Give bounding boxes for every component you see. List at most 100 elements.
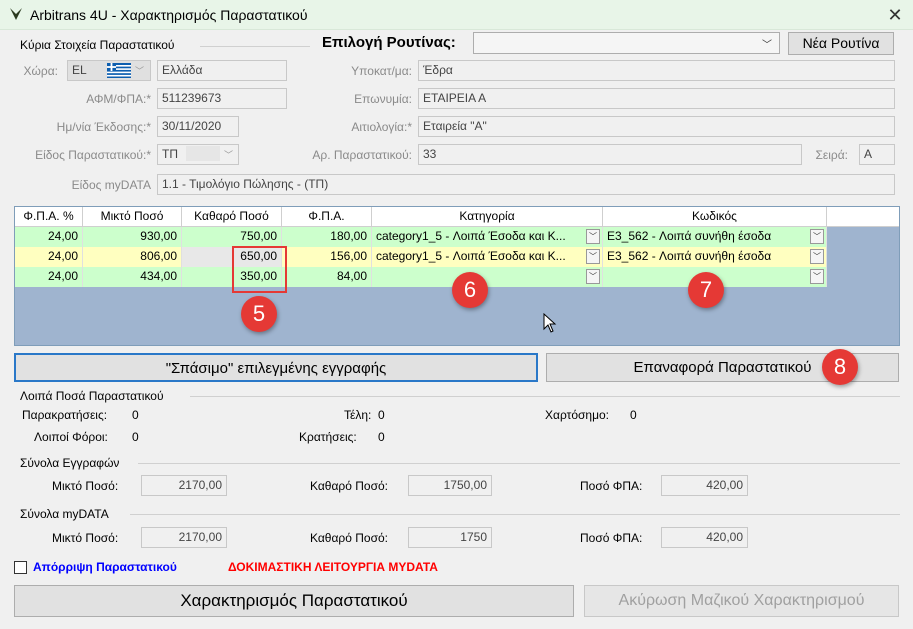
- close-button[interactable]: ✕: [884, 4, 906, 26]
- annotation-marker-7: 7: [688, 272, 724, 308]
- cell-vat: 180,00: [282, 227, 372, 247]
- withholdings-label: Παρακρατήσεις:: [22, 408, 108, 422]
- app-logo-icon: [10, 8, 22, 20]
- cell-vat-pct: 24,00: [15, 267, 83, 287]
- doc-type-value: ΤΠ: [162, 147, 178, 161]
- vat-field[interactable]: 511239673: [157, 88, 287, 109]
- cell-category[interactable]: category1_5 - Λοιπά Έσοδα και Κ... ﹀: [372, 247, 603, 267]
- issue-date-field[interactable]: 30/11/2020: [157, 116, 239, 137]
- mydata-vat-label: Ποσό ΦΠΑ:: [580, 531, 643, 545]
- cell-category[interactable]: category1_5 - Λοιπά Έσοδα και Κ... ﹀: [372, 227, 603, 247]
- chevron-down-icon[interactable]: ﹀: [810, 249, 824, 264]
- records-gross-label: Μικτό Ποσό:: [52, 479, 119, 493]
- chevron-down-icon[interactable]: ﹀: [810, 229, 824, 244]
- deductions-label: Κρατήσεις:: [299, 430, 357, 444]
- chevron-down-icon: ﹀: [762, 40, 772, 51]
- chevron-down-icon[interactable]: ﹀: [810, 269, 824, 284]
- table-row[interactable]: 24,00 806,00 650,00 156,00 category1_5 -…: [15, 247, 827, 267]
- mydata-net-label: Καθαρό Ποσό:: [310, 531, 388, 545]
- name-field[interactable]: ΕΤΑΙΡΕΙΑ Α: [418, 88, 895, 109]
- col-header-net[interactable]: Καθαρό Ποσό: [182, 207, 282, 227]
- test-mode-banner: ΔΟΚΙΜΑΣΤΙΚΗ ΛΕΙΤΟΥΡΓΙΑ MYDATA: [228, 560, 438, 574]
- mydata-net-field[interactable]: 1750: [408, 527, 492, 548]
- records-vat-label: Ποσό ΦΠΑ:: [580, 479, 643, 493]
- net-amounts-highlight: [232, 246, 287, 293]
- records-net-field[interactable]: 1750,00: [408, 475, 492, 496]
- withholdings-value: 0: [132, 408, 139, 422]
- series-label: Σειρά:: [815, 148, 848, 162]
- fees-value: 0: [378, 408, 385, 422]
- cell-category[interactable]: ﹀: [372, 267, 603, 287]
- window-title: Arbitrans 4U - Χαρακτηρισμός Παραστατικο…: [30, 7, 308, 23]
- split-record-button[interactable]: "Σπάσιμο" επιλεγμένης εγγραφής: [14, 353, 538, 382]
- records-vat-field[interactable]: 420,00: [661, 475, 748, 496]
- col-header-gross[interactable]: Μικτό Ποσό: [83, 207, 182, 227]
- mydata-type-label: Είδος myDATA: [71, 178, 151, 192]
- chevron-down-icon[interactable]: ﹀: [586, 229, 600, 244]
- col-header-vat[interactable]: Φ.Π.Α.: [282, 207, 372, 227]
- greece-flag-icon: [107, 63, 131, 78]
- cancel-bulk-characterization-button[interactable]: Ακύρωση Μαζικού Χαρακτηρισμού: [584, 585, 899, 617]
- cell-code[interactable]: E3_562 - Λοιπά συνήθη έσοδα ﹀: [603, 247, 827, 267]
- cell-code-text: E3_562 - Λοιπά συνήθη έσοδα: [607, 229, 772, 243]
- doc-type-label: Είδος Παραστατικού:*: [35, 148, 151, 162]
- totals-mydata-title: Σύνολα myDATA: [20, 507, 109, 521]
- group-divider: [200, 46, 310, 47]
- annotation-marker-6: 6: [452, 272, 488, 308]
- mydata-type-field[interactable]: 1.1 - Τιμολόγιο Πώλησης - (ΤΠ): [157, 174, 895, 195]
- group-divider: [138, 463, 900, 464]
- cell-code-text: E3_562 - Λοιπά συνήθη έσοδα: [607, 249, 772, 263]
- doc-number-field[interactable]: 33: [418, 144, 802, 165]
- country-name-field[interactable]: Ελλάδα: [157, 60, 287, 81]
- records-gross-field[interactable]: 2170,00: [141, 475, 227, 496]
- country-label: Χώρα:: [23, 64, 58, 78]
- deductions-value: 0: [378, 430, 385, 444]
- mouse-cursor-icon: [543, 313, 557, 333]
- cell-gross: 806,00: [83, 247, 182, 267]
- branch-field[interactable]: Έδρα: [418, 60, 895, 81]
- doc-type-swatch: [186, 146, 220, 161]
- other-taxes-value: 0: [132, 430, 139, 444]
- reason-field[interactable]: Εταιρεία "Α": [418, 116, 895, 137]
- col-header-vat-pct[interactable]: Φ.Π.Α. %: [15, 207, 83, 227]
- reject-checkbox[interactable]: [14, 561, 27, 574]
- routine-label: Επιλογή Ρουτίνας:: [322, 34, 456, 51]
- col-header-code[interactable]: Κωδικός: [603, 207, 827, 227]
- mydata-gross-field[interactable]: 2170,00: [141, 527, 227, 548]
- cell-net[interactable]: 750,00: [182, 227, 282, 247]
- branch-label: Υποκατ/μα:: [351, 64, 412, 78]
- group-divider: [190, 396, 900, 397]
- main-group-title: Κύρια Στοιχεία Παραστατικού: [20, 38, 175, 52]
- chevron-down-icon[interactable]: ﹀: [586, 249, 600, 264]
- cell-vat: 84,00: [282, 267, 372, 287]
- records-net-label: Καθαρό Ποσό:: [310, 479, 388, 493]
- chevron-down-icon[interactable]: ﹀: [586, 269, 600, 284]
- other-amounts-title: Λοιπά Ποσά Παραστατικού: [20, 389, 164, 403]
- cell-code[interactable]: E3_562 - Λοιπά συνήθη έσοδα ﹀: [603, 227, 827, 247]
- stamp-label: Χαρτόσημο:: [545, 408, 610, 422]
- mydata-gross-label: Μικτό Ποσό:: [52, 531, 119, 545]
- mydata-vat-field[interactable]: 420,00: [661, 527, 748, 548]
- cell-vat-pct: 24,00: [15, 247, 83, 267]
- table-row[interactable]: 24,00 930,00 750,00 180,00 category1_5 -…: [15, 227, 827, 247]
- new-routine-button[interactable]: Νέα Ρουτίνα: [788, 32, 894, 55]
- series-field[interactable]: Α: [859, 144, 895, 165]
- cell-category-text: category1_5 - Λοιπά Έσοδα και Κ...: [376, 249, 566, 263]
- annotation-marker-5: 5: [241, 296, 277, 332]
- vat-label: ΑΦΜ/ΦΠΑ:*: [86, 92, 151, 106]
- cell-gross: 930,00: [83, 227, 182, 247]
- cell-vat-pct: 24,00: [15, 227, 83, 247]
- reject-label[interactable]: Απόρριψη Παραστατικού: [33, 560, 177, 574]
- issue-date-label: Ημ/νία Έκδοσης:*: [56, 120, 151, 134]
- characterize-document-button[interactable]: Χαρακτηρισμός Παραστατικού: [14, 585, 574, 617]
- country-chevron-icon: ﹀: [135, 66, 145, 76]
- totals-records-title: Σύνολα Εγγραφών: [20, 456, 120, 470]
- fees-label: Τέλη:: [344, 408, 372, 422]
- routine-select[interactable]: [473, 32, 780, 54]
- doc-type-chevron-icon: ﹀: [224, 150, 234, 160]
- grid-header: Φ.Π.Α. % Μικτό Ποσό Καθαρό Ποσό Φ.Π.Α. Κ…: [15, 207, 899, 227]
- reason-label: Αιτιολογία:*: [351, 120, 412, 134]
- col-header-category[interactable]: Κατηγορία: [372, 207, 603, 227]
- country-code: EL: [72, 63, 87, 77]
- annotation-marker-8: 8: [822, 349, 858, 385]
